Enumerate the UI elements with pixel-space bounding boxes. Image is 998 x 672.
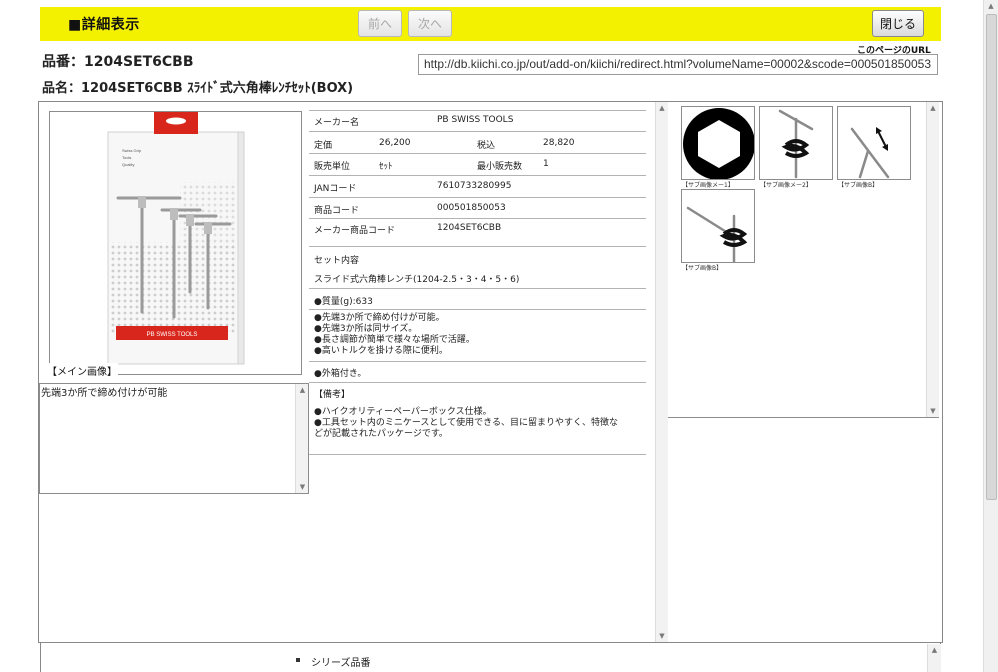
feature-line: ●先端3か所は同サイズ。 bbox=[314, 324, 418, 334]
page-scrollbar[interactable]: ▲ bbox=[983, 0, 998, 672]
wrench-rotate-icon bbox=[778, 109, 814, 179]
remarks-line: ●ハイクオリティーペーパーボックス仕様。 bbox=[314, 407, 492, 417]
series-scrollbar[interactable]: ▲ bbox=[927, 644, 941, 672]
spec-outer-box: ●外箱付き。 bbox=[314, 369, 367, 379]
scroll-up-arrow-icon[interactable]: ▲ bbox=[927, 104, 939, 112]
sub-image-4[interactable] bbox=[681, 189, 755, 263]
spec-label-sales-unit: 販売単位 bbox=[314, 162, 351, 172]
spec-value-maker: PB SWISS TOOLS bbox=[437, 115, 514, 125]
scroll-up-arrow-icon[interactable]: ▲ bbox=[928, 646, 941, 654]
feature-line: ●長さ調節が簡単で様々な場所で活躍。 bbox=[314, 335, 475, 345]
spec-label-list-price: 定価 bbox=[314, 141, 333, 151]
close-button[interactable]: 閉じる bbox=[872, 10, 924, 37]
sub-image-1[interactable] bbox=[681, 106, 755, 180]
spec-label-maker: メーカー名 bbox=[314, 118, 360, 128]
page-title: ■詳細表示 bbox=[68, 17, 140, 33]
spec-divider bbox=[309, 454, 646, 455]
note-textarea[interactable]: 先端3か所で締め付けが可能 ▲ ▼ bbox=[39, 383, 309, 494]
spec-label-min-qty: 最小販売数 bbox=[477, 162, 523, 172]
note-text: 先端3か所で締め付けが可能 bbox=[41, 388, 168, 399]
spec-label-product-code: 商品コード bbox=[314, 206, 360, 216]
scroll-up-arrow-icon[interactable]: ▲ bbox=[296, 386, 308, 394]
spec-divider bbox=[309, 218, 646, 219]
sub-image-label: 【サブ画像メー1】 bbox=[682, 182, 734, 189]
package-brand-text: PB SWISS TOOLS bbox=[147, 332, 198, 338]
product-name: 品名：1204SET6CBB ｽﾗｲﾄﾞ式六角棒ﾚﾝﾁｾｯﾄ(BOX) bbox=[42, 81, 354, 96]
spec-features: ●先端3か所で締め付けが可能。 ●先端3か所は同サイズ。 ●長さ調節が簡単で様々… bbox=[314, 313, 475, 357]
spec-label-jan: JANコード bbox=[314, 184, 357, 194]
sub-image-3[interactable] bbox=[837, 106, 911, 180]
spec-value-sales-unit: ｾｯﾄ bbox=[379, 162, 393, 172]
note-scrollbar[interactable]: ▲ ▼ bbox=[295, 384, 308, 493]
sub-image-2[interactable] bbox=[759, 106, 833, 180]
spec-divider bbox=[309, 361, 646, 362]
spec-divider bbox=[309, 197, 646, 198]
scroll-down-arrow-icon[interactable]: ▼ bbox=[927, 407, 939, 415]
page-scroll-thumb[interactable] bbox=[986, 14, 997, 500]
spec-divider bbox=[309, 246, 646, 247]
package-text-line-2: Tools bbox=[122, 155, 131, 160]
wrench-rotate-icon bbox=[686, 206, 748, 262]
series-bullet-icon bbox=[296, 658, 300, 662]
series-frame bbox=[40, 643, 941, 672]
feature-line: ●先端3か所で締め付けが可能。 bbox=[314, 313, 445, 323]
spec-value-list-price: 26,200 bbox=[379, 138, 411, 148]
wrench-slide-icon bbox=[850, 127, 890, 179]
spec-divider bbox=[309, 110, 646, 111]
remarks-line: どが記載されたパッケージです。 bbox=[314, 429, 448, 439]
product-package-image: PB SWISS TOOLS Swiss Grip Tools Quality bbox=[107, 112, 245, 365]
scroll-down-arrow-icon[interactable]: ▼ bbox=[296, 483, 308, 491]
sub-image-scrollbar[interactable]: ▲ ▼ bbox=[926, 102, 939, 417]
spec-divider bbox=[309, 288, 646, 289]
spec-label-set-contents: セット内容 bbox=[314, 256, 360, 266]
scroll-down-arrow-icon[interactable]: ▼ bbox=[656, 632, 668, 640]
header-bar: ■詳細表示 前へ 次へ 閉じる bbox=[40, 7, 941, 41]
spec-value-maker-code: 1204SET6CBB bbox=[437, 223, 502, 233]
package-text-line-1: Swiss Grip bbox=[122, 148, 142, 153]
sub-image-label: 【サブ画像メー2】 bbox=[760, 182, 812, 189]
spec-divider bbox=[309, 382, 646, 383]
scroll-up-arrow-icon[interactable]: ▲ bbox=[656, 104, 668, 112]
sub-image-label: 【サブ画像B】 bbox=[682, 265, 723, 272]
spec-value-min-qty: 1 bbox=[543, 159, 549, 169]
scroll-up-arrow-icon[interactable]: ▲ bbox=[984, 2, 998, 10]
spec-divider bbox=[309, 131, 646, 132]
feature-line: ●高いトルクを掛ける際に便利。 bbox=[314, 346, 448, 356]
main-image-caption: 【メイン画像】 bbox=[46, 363, 118, 378]
spec-value-product-code: 000501850053 bbox=[437, 203, 506, 213]
spec-label-maker-code: メーカー商品コード bbox=[314, 226, 396, 236]
prev-button[interactable]: 前へ bbox=[358, 10, 402, 37]
spec-label-tax-incl: 税込 bbox=[477, 141, 496, 151]
package-text-line-3: Quality bbox=[122, 162, 134, 167]
spec-weight: ●質量(g):633 bbox=[314, 297, 373, 307]
remarks-label: 【備考】 bbox=[314, 390, 351, 400]
remarks-line: ●工具セット内のミニケースとして使用できる、目に留まりやすく、特徴な bbox=[314, 418, 618, 428]
spec-value-jan: 7610733280995 bbox=[437, 181, 512, 191]
hexagon-icon bbox=[683, 108, 754, 179]
next-button[interactable]: 次へ bbox=[408, 10, 452, 37]
spec-divider bbox=[309, 175, 646, 176]
remarks-text: ●ハイクオリティーペーパーボックス仕様。 ●工具セット内のミニケースとして使用で… bbox=[314, 407, 618, 440]
spec-divider bbox=[309, 153, 646, 154]
spec-divider bbox=[309, 309, 646, 310]
spec-value-set-contents: スライド式六角棒レンチ(1204-2.5・3・4・5・6) bbox=[314, 275, 520, 285]
spec-scrollbar[interactable]: ▲ ▼ bbox=[655, 102, 668, 642]
series-label: シリーズ品番 bbox=[311, 658, 371, 669]
spec-value-tax-incl: 28,820 bbox=[543, 138, 575, 148]
page-url-field[interactable]: http://db.kiichi.co.jp/out/add-on/kiichi… bbox=[418, 54, 938, 75]
product-number: 品番：1204SET6CBB bbox=[42, 54, 194, 70]
main-image: PB SWISS TOOLS Swiss Grip Tools Quality bbox=[49, 111, 302, 375]
sub-image-label: 【サブ画像B】 bbox=[838, 182, 879, 189]
